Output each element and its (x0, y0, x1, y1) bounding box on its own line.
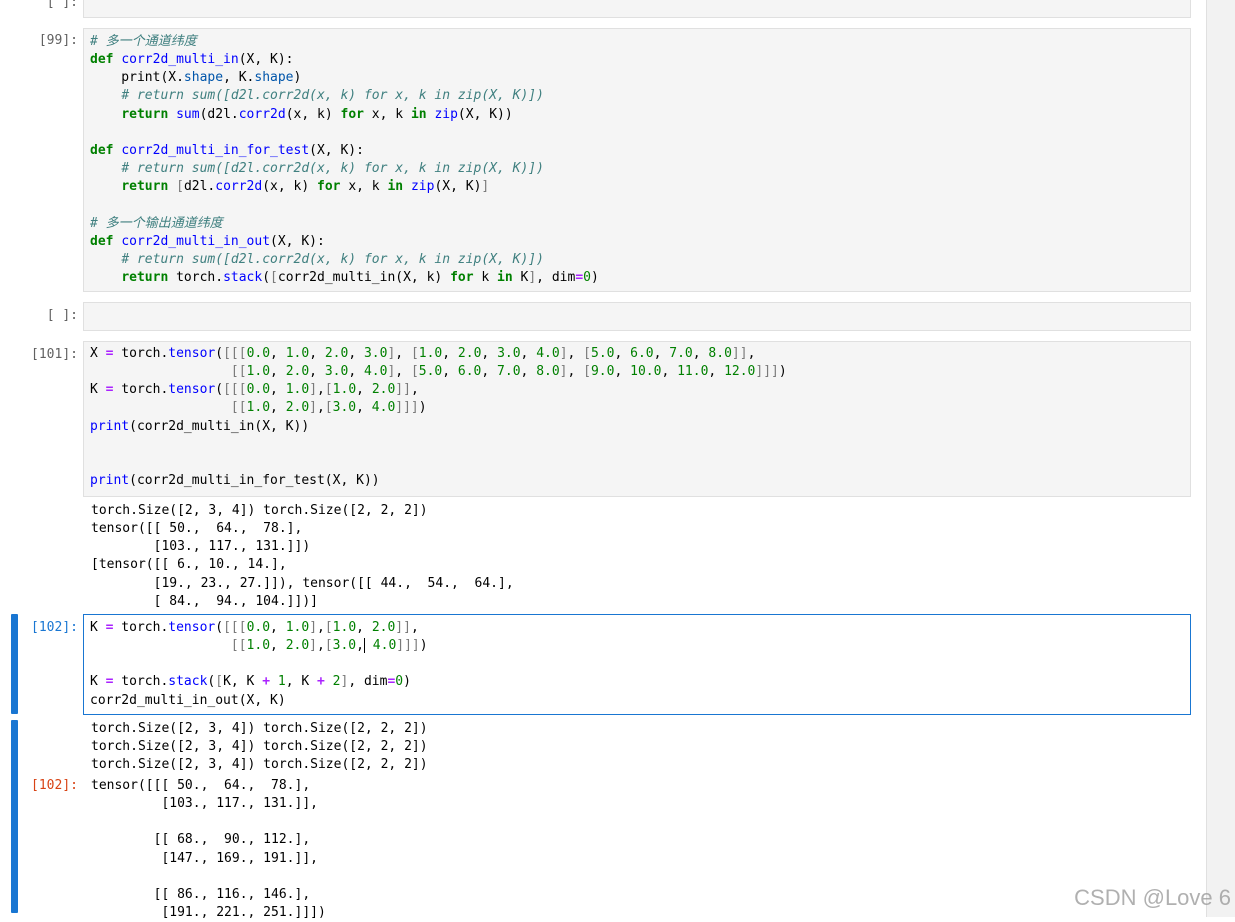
vertical-scrollbar[interactable] (1206, 0, 1235, 917)
code-editor[interactable] (83, 302, 1191, 331)
code-text: # 多一个通道纬度 def corr2d_multi_in(X, K): pri… (90, 34, 599, 286)
cell-selection-bar[interactable] (11, 614, 18, 714)
cell-prompt: [101]: (31, 347, 78, 362)
text-cursor (363, 638, 365, 654)
code-editor[interactable] (83, 0, 1191, 18)
output-selection-bar[interactable] (11, 720, 18, 913)
code-line: # return sum([d2l.corr2d(x, k) for x, k … (121, 88, 544, 104)
cell-prompt: [ ]: (46, 308, 78, 323)
cell-output: torch.Size([2, 3, 4]) torch.Size([2, 2, … (91, 503, 514, 609)
cell-result: tensor([[[ 50., 64., 78.], [103., 117., … (91, 778, 326, 921)
csdn-watermark: CSDN @Love 6 (1074, 885, 1231, 910)
output-prompt: [102]: (31, 778, 78, 793)
code-line: # 多一个通道纬度 (90, 34, 197, 49)
cell-prompt: [102]: (31, 620, 78, 635)
cell-prompt: [99]: (38, 33, 78, 48)
code-editor[interactable]: K = torch.tensor([[[0.0, 1.0],[1.0, 2.0]… (83, 614, 1191, 715)
code-editor[interactable]: # 多一个通道纬度 def corr2d_multi_in(X, K): pri… (83, 28, 1191, 292)
code-text: K = torch.tensor([[[0.0, 1.0],[1.0, 2.0]… (90, 620, 428, 708)
code-line: # 多一个输出通道纬度 (90, 215, 223, 231)
cell-prompt: [ ]: (46, 0, 78, 10)
cell-stdout: torch.Size([2, 3, 4]) torch.Size([2, 2, … (91, 721, 428, 773)
code-editor[interactable]: X = torch.tensor([[[0.0, 1.0, 2.0, 3.0],… (83, 341, 1191, 497)
code-text: X = torch.tensor([[[0.0, 1.0, 2.0, 3.0],… (90, 346, 787, 489)
